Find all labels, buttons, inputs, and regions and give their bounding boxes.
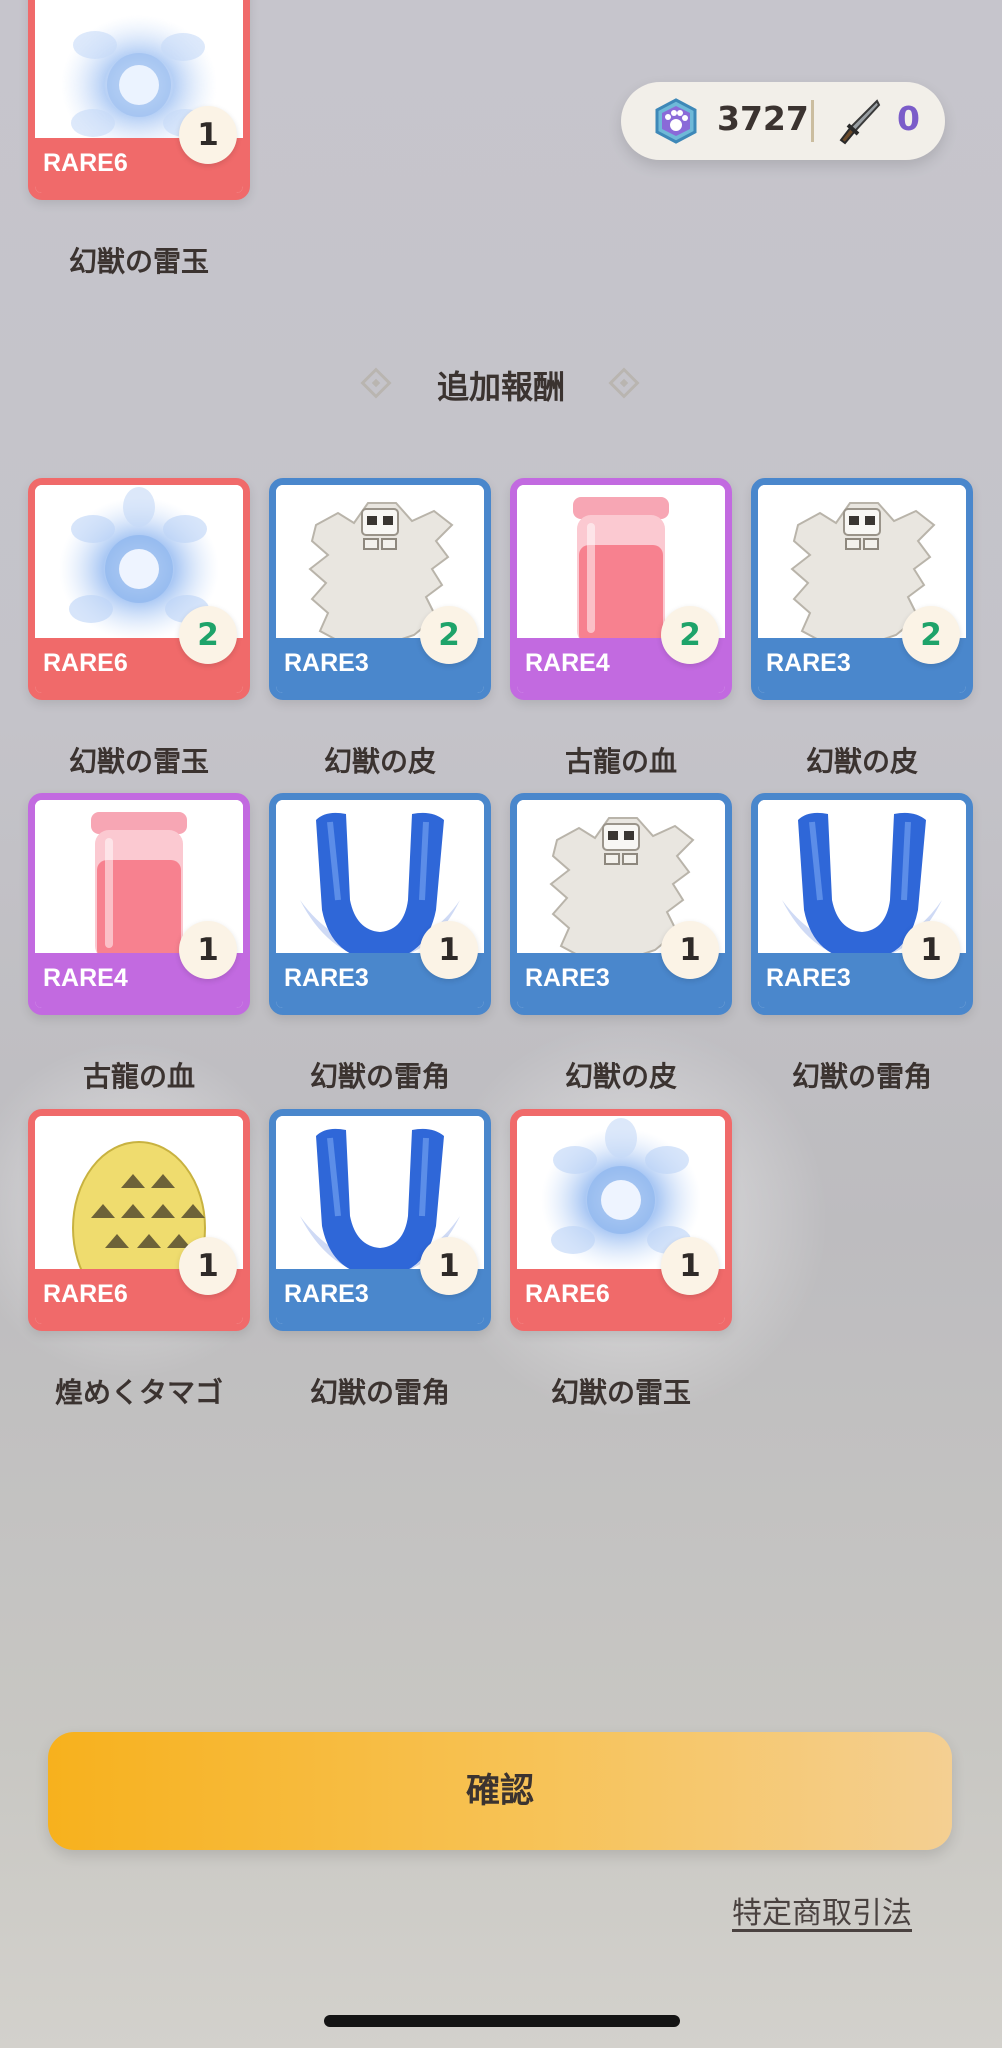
item-card: RARE6 1 — [28, 0, 250, 200]
reward-item[interactable]: RARE6 1 幻獣の雷玉 — [510, 1109, 732, 1411]
currency-bar: 3727 0 — [621, 82, 945, 160]
reward-item[interactable]: RARE6 2 幻獣の雷玉 — [28, 478, 250, 780]
reward-item[interactable]: RARE3 1 幻獣の雷角 — [269, 1109, 491, 1411]
item-card: RARE4 1 — [28, 793, 250, 1015]
item-count: 2 — [902, 606, 960, 664]
section-title: 追加報酬 — [436, 368, 565, 406]
item-name: 幻獣の雷角 — [309, 1376, 450, 1409]
reward-item[interactable]: RARE4 2 古龍の血 — [510, 478, 732, 780]
item-card: RARE4 2 — [510, 478, 732, 700]
item-card: RARE3 1 — [751, 793, 973, 1015]
currency-divider — [811, 100, 814, 142]
item-name: 幻獣の皮 — [805, 745, 918, 778]
item-name: 幻獣の雷玉 — [68, 745, 209, 778]
item-count: 1 — [661, 1237, 719, 1295]
item-card: RARE6 1 — [510, 1109, 732, 1331]
item-name: 幻獣の雷角 — [309, 1060, 450, 1093]
reward-item[interactable]: RARE3 1 幻獣の雷角 — [269, 793, 491, 1095]
item-card: RARE3 1 — [269, 793, 491, 1015]
top-reward-item[interactable]: RARE6 1 幻獣の雷玉 — [28, 0, 250, 280]
item-count: 2 — [661, 606, 719, 664]
item-name: 煌めくタマゴ — [54, 1376, 223, 1409]
item-card: RARE3 2 — [269, 478, 491, 700]
reward-item[interactable]: RARE3 1 幻獣の皮 — [510, 793, 732, 1095]
item-name: 幻獣の皮 — [323, 745, 436, 778]
confirm-button[interactable]: 確認 — [48, 1732, 952, 1850]
knife-count: 0 — [897, 99, 920, 138]
item-card: RARE6 1 — [28, 1109, 250, 1331]
item-card: RARE6 2 — [28, 478, 250, 700]
paw-gem-icon — [655, 98, 697, 144]
item-count: 1 — [179, 1237, 237, 1295]
item-count: 1 — [420, 1237, 478, 1295]
item-card: RARE3 2 — [751, 478, 973, 700]
reward-item[interactable]: RARE6 1 煌めくタマゴ — [28, 1109, 250, 1411]
item-count: 1 — [661, 921, 719, 979]
item-name: 古龍の血 — [564, 745, 677, 778]
item-name: 幻獣の雷玉 — [68, 245, 209, 278]
item-count: 1 — [179, 921, 237, 979]
gem-count: 3727 — [717, 99, 809, 138]
item-card: RARE3 1 — [269, 1109, 491, 1331]
reward-item[interactable]: RARE3 1 幻獣の雷角 — [751, 793, 973, 1095]
reward-item[interactable]: RARE3 2 幻獣の皮 — [269, 478, 491, 780]
item-count: 1 — [179, 106, 237, 164]
reward-item[interactable]: RARE3 2 幻獣の皮 — [751, 478, 973, 780]
item-name: 幻獣の雷角 — [791, 1060, 932, 1093]
reward-item[interactable]: RARE4 1 古龍の血 — [28, 793, 250, 1095]
item-count: 1 — [902, 921, 960, 979]
item-name: 幻獣の皮 — [564, 1060, 677, 1093]
item-count: 1 — [420, 921, 478, 979]
item-count: 2 — [420, 606, 478, 664]
item-card: RARE3 1 — [510, 793, 732, 1015]
knife-icon — [839, 99, 881, 145]
commerce-law-link[interactable]: 特定商取引法 — [732, 1888, 912, 1932]
item-name: 幻獣の雷玉 — [550, 1376, 691, 1409]
item-name: 古龍の血 — [82, 1060, 195, 1093]
home-indicator[interactable] — [324, 2015, 680, 2027]
item-count: 2 — [179, 606, 237, 664]
